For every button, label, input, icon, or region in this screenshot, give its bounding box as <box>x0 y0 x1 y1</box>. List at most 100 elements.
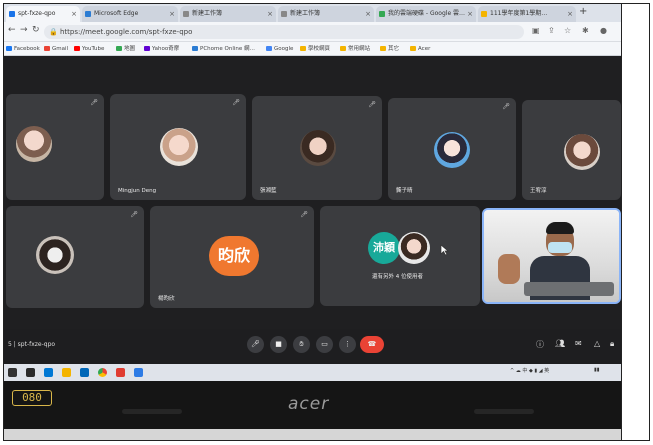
raise-hand-button[interactable]: ✋︎ <box>293 336 310 353</box>
participant-tile[interactable]: 王宥淳 <box>522 100 621 200</box>
clock[interactable]: ▮▮ <box>594 367 600 373</box>
participant-avatar <box>16 126 52 162</box>
participant-tile[interactable]: 🎤︎ <box>6 94 104 200</box>
bookmark-label: Google <box>274 46 294 52</box>
bookmark-label: 常用網站 <box>348 46 371 52</box>
participant-initials-avatar: 沛穎 <box>368 232 400 264</box>
new-tab-button[interactable]: + <box>579 6 587 17</box>
browser-tab[interactable]: spt-fxze-qpo × <box>6 6 80 22</box>
participant-avatar <box>564 134 600 170</box>
more-participants-label: 還有另外 4 位使用者 <box>372 274 423 280</box>
microphone-button[interactable]: 🎤︎ <box>247 336 264 353</box>
edge-icon <box>85 11 91 17</box>
bookmark-pchome[interactable]: PChome Online 網… <box>192 44 255 54</box>
bookmark-yahoo[interactable]: Yahoo奇摩 <box>144 44 179 54</box>
pchome-icon <box>192 46 198 51</box>
share-icon[interactable]: ⇪ <box>548 26 555 35</box>
back-icon[interactable]: ← <box>8 25 16 35</box>
document-icon <box>281 11 287 17</box>
reload-icon[interactable]: ↻ <box>32 25 40 35</box>
participant-tile[interactable]: 🎤︎ 龔子晴 <box>388 98 516 200</box>
participant-name: Mingjun Deng <box>118 188 157 194</box>
bookmark-gmail[interactable]: Gmail <box>44 44 68 54</box>
task-view-icon[interactable] <box>26 368 35 377</box>
forward-icon[interactable]: → <box>20 25 28 35</box>
camera-icon[interactable]: ▣ <box>532 26 540 35</box>
bookmark-facebook[interactable]: Facebook <box>6 44 40 54</box>
windows-taskbar: ^ ☁ 中 ◆ ▮ ◢ 英 ▮▮ <box>4 364 621 381</box>
chrome-icon[interactable] <box>98 368 107 377</box>
laptop-lid-edge <box>4 429 621 440</box>
meet-icon <box>9 11 15 17</box>
participant-tile[interactable]: 🎤︎ 張湘藍 <box>252 96 382 200</box>
star-icon[interactable]: ☆ <box>564 26 571 35</box>
more-options-button[interactable]: ⋮ <box>339 336 356 353</box>
close-tab-icon[interactable]: × <box>365 6 371 22</box>
present-screen-button[interactable]: ▭ <box>316 336 333 353</box>
edge-icon[interactable] <box>44 368 53 377</box>
activities-icon[interactable]: △ <box>594 339 600 348</box>
close-tab-icon[interactable]: × <box>71 6 77 22</box>
tab-label: 新建工作簿 <box>290 10 321 17</box>
tab-label: 111學年度第1學期… <box>490 10 548 17</box>
browser-tab[interactable]: 我的雲端硬碟 - Google 雲… × <box>376 6 476 22</box>
raised-hand <box>498 254 520 284</box>
chat-icon[interactable]: ✉︎ <box>575 339 582 348</box>
app-icon[interactable] <box>116 368 125 377</box>
participant-tile[interactable]: 🎤︎ Mingjun Deng <box>110 94 246 200</box>
search-icon[interactable] <box>8 368 17 377</box>
folder-icon[interactable] <box>62 368 71 377</box>
url-bar[interactable]: 🔒 https://meet.google.com/spt-fxze-qpo <box>44 25 524 39</box>
leave-call-button[interactable]: ☎︎ <box>360 336 384 353</box>
browser-tab[interactable]: 新建工作簿 × <box>278 6 374 22</box>
desk-object <box>524 282 614 296</box>
participant-name: 楊昀欣 <box>158 296 175 302</box>
bookmark-youtube[interactable]: YouTube <box>74 44 104 54</box>
more-participants-tile[interactable]: 沛穎 還有另外 4 位使用者 <box>320 206 480 306</box>
profile-icon[interactable]: ● <box>600 26 607 35</box>
camera-button[interactable]: ■ <box>270 336 287 353</box>
face-mask <box>548 242 572 253</box>
participant-tile[interactable]: 🎤︎ <box>6 206 144 308</box>
mail-icon[interactable] <box>134 368 143 377</box>
participant-tile[interactable]: 🎤︎ 昀欣 楊昀欣 <box>150 206 314 308</box>
browser-tab-bar: spt-fxze-qpo × Microsoft Edge × 新建工作簿 × … <box>4 4 621 22</box>
gmail-icon <box>44 46 50 51</box>
close-tab-icon[interactable]: × <box>267 6 273 22</box>
close-tab-icon[interactable]: × <box>467 6 473 22</box>
bookmark-label: Gmail <box>52 46 69 52</box>
close-tab-icon[interactable]: × <box>169 6 175 22</box>
bookmark-label: PChome Online 網… <box>200 46 255 52</box>
info-icon[interactable]: ⓘ <box>536 339 544 350</box>
bookmark-folder[interactable]: 其它 <box>380 44 399 54</box>
laptop-sticker: 080 <box>12 390 52 406</box>
bookmark-maps[interactable]: 地圖 <box>116 44 135 54</box>
bookmark-folder[interactable]: 學校網頁 <box>300 44 330 54</box>
system-tray[interactable]: ^ ☁ 中 ◆ ▮ ◢ 英 <box>510 367 549 374</box>
muted-mic-icon: 🎤︎ <box>90 99 98 106</box>
browser-tab[interactable]: 新建工作簿 × <box>180 6 276 22</box>
bookmark-folder[interactable]: 常用網站 <box>340 44 370 54</box>
url-text: https://meet.google.com/spt-fxze-qpo <box>60 28 193 36</box>
muted-mic-icon: 🎤︎ <box>130 211 138 218</box>
bookmark-folder[interactable]: Acer <box>410 44 430 54</box>
store-icon[interactable] <box>80 368 89 377</box>
participant-name: 龔子晴 <box>396 188 413 194</box>
bookmark-label: 學校網頁 <box>308 46 331 52</box>
yahoo-icon <box>144 46 150 51</box>
browser-tab[interactable]: 111學年度第1學期… × <box>478 6 576 22</box>
self-video-tile[interactable] <box>482 208 621 304</box>
participant-avatar <box>36 236 74 274</box>
participant-avatar <box>398 232 430 264</box>
bookmark-google[interactable]: Google <box>266 44 293 54</box>
people-icon[interactable]: 👥︎ <box>555 339 565 348</box>
meeting-code: 5 | spt-fxze-qpo <box>8 341 55 348</box>
tab-label: spt-fxze-qpo <box>18 10 56 17</box>
browser-tab[interactable]: Microsoft Edge × <box>82 6 178 22</box>
tab-label: 新建工作簿 <box>192 10 223 17</box>
close-tab-icon[interactable]: × <box>567 6 573 22</box>
google-icon <box>266 46 272 51</box>
extensions-icon[interactable]: ✱ <box>582 26 589 35</box>
bookmark-label: YouTube <box>82 46 105 52</box>
lock-icon[interactable]: 🔒︎ <box>610 339 614 349</box>
